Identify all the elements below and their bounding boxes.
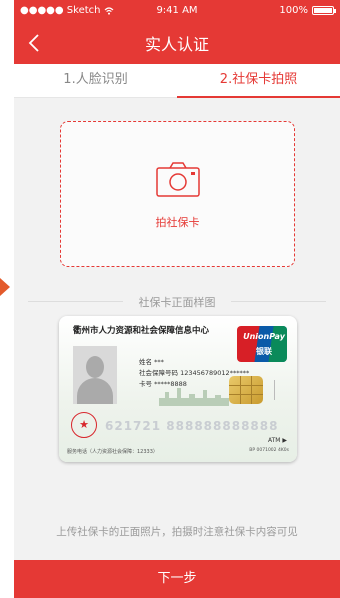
- card-issuer: 衢州市人力资源和社会保障信息中心: [73, 326, 210, 336]
- battery-icon: [312, 6, 336, 15]
- card-embossed-number: 621721 888888888888: [105, 419, 279, 433]
- card-portrait-placeholder: [73, 346, 117, 404]
- next-step-button[interactable]: 下一步: [14, 560, 340, 598]
- unionpay-logo: UnionPay 银联: [237, 326, 287, 362]
- left-edge-arrow: [0, 278, 10, 296]
- camera-icon: [156, 162, 200, 197]
- sample-social-security-card: 衢州市人力资源和社会保障信息中心 UnionPay 银联 姓名 *** 社会保障…: [59, 316, 297, 462]
- phone-screen: ●●●●● Sketch 9:41 AM 100% 实人认证 1.人脸识别 2.…: [14, 0, 340, 598]
- battery-label: 100%: [279, 5, 308, 16]
- city-skyline-graphic: [159, 388, 229, 406]
- nav-bar: 实人认证: [14, 22, 340, 62]
- header: ●●●●● Sketch 9:41 AM 100% 实人认证: [14, 0, 340, 64]
- step-tabs: 1.人脸识别 2.社保卡拍照: [14, 64, 340, 98]
- tab-face-recognition[interactable]: 1.人脸识别: [14, 64, 177, 97]
- card-footer-code: BP 0071002 4K0s: [249, 448, 289, 453]
- card-chip: [229, 376, 263, 404]
- upload-label: 拍社保卡: [155, 216, 200, 229]
- card-photo-upload-area[interactable]: 拍社保卡: [60, 121, 295, 267]
- status-battery-group: 100%: [279, 5, 336, 16]
- sample-label: 社保卡正面样图: [138, 296, 216, 309]
- page-title: 实人认证: [144, 35, 209, 54]
- divider-line-right: [231, 301, 326, 302]
- unionpay-text: UnionPay: [243, 332, 285, 341]
- card-arrow-decoration: [265, 380, 275, 400]
- sample-divider: 社保卡正面样图: [28, 294, 326, 309]
- unionpay-cn-text: 银联: [256, 347, 272, 356]
- red-seal: ★: [71, 412, 97, 438]
- upload-hint: 上传社保卡的正面照片，拍摄时注意社保卡内容可见: [56, 526, 298, 538]
- atm-label: ATM ▶: [267, 437, 287, 444]
- card-footer-hotline: 服务电话（人力资源社会保障：12333）: [67, 449, 158, 455]
- status-bar: ●●●●● Sketch 9:41 AM 100%: [14, 0, 340, 20]
- card-name-field: 姓名 ***: [139, 358, 164, 366]
- tab-social-card-photo[interactable]: 2.社保卡拍照: [177, 64, 340, 98]
